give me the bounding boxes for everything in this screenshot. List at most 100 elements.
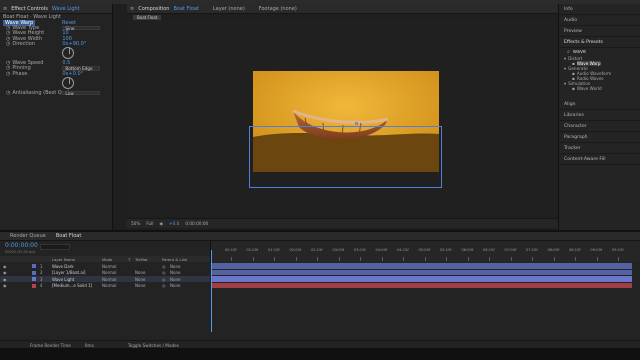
panel-libraries[interactable]: Libraries: [559, 110, 640, 121]
visibility-eye-icon[interactable]: ◉: [3, 283, 7, 288]
layer-parent[interactable]: None: [170, 277, 180, 282]
search-icon: ⌕: [567, 49, 570, 55]
property-value[interactable]: Low: [62, 90, 101, 96]
layer-index: 1: [40, 263, 43, 269]
layer-trkmat[interactable]: None: [135, 277, 145, 282]
header-layer-name[interactable]: Layer Name: [52, 257, 75, 262]
menu-icon[interactable]: ≡: [3, 6, 7, 12]
ruler-tick: [575, 257, 576, 261]
layer-trkmat[interactable]: None: [135, 283, 145, 288]
label-color-swatch[interactable]: [32, 283, 36, 288]
panel-paragraph[interactable]: Paragraph: [559, 132, 640, 143]
layer-mode[interactable]: Normal: [102, 283, 116, 288]
panel-audio[interactable]: Audio: [559, 15, 640, 26]
label-color-swatch[interactable]: [32, 264, 36, 269]
ruler-tick: [532, 257, 533, 261]
layer-parent[interactable]: None: [170, 264, 180, 269]
effects-search-input[interactable]: wave: [573, 49, 586, 55]
header-parent[interactable]: Parent & Link: [162, 257, 187, 262]
layer-tab[interactable]: Layer (none): [213, 6, 245, 12]
panel-info[interactable]: Info: [559, 4, 640, 15]
layer-row[interactable]: ◉ 1 Wave Dark Normal ◎ None: [0, 263, 210, 269]
timeline-panel: Render Queue Boat Float 0:00:00:00 00000…: [0, 230, 640, 350]
right-panel-stack: Info Audio Preview Effects & Presets ⌕ wav…: [558, 4, 640, 230]
header-trkmat[interactable]: TrkMat: [135, 257, 148, 262]
layer-duration-bar[interactable]: [212, 282, 632, 289]
effects-tree: ▾ Distort ▪ Wave Warp ▾ Generate ▪ Audio Wavefo…: [559, 56, 640, 91]
panel-preview[interactable]: Preview: [559, 26, 640, 37]
effect-controls-tab[interactable]: ≡ Effect Controls Wave Light: [0, 4, 112, 14]
pickwhip-icon[interactable]: ◎: [162, 283, 166, 288]
effect-property-row: ◷ Phase 0x+0.0°: [0, 71, 112, 77]
label-color-swatch[interactable]: [32, 270, 36, 275]
snapshot-icon[interactable]: ◉: [159, 221, 163, 226]
zoom-select[interactable]: 50%: [131, 221, 140, 226]
header-mode[interactable]: Mode: [102, 257, 112, 262]
pickwhip-icon[interactable]: ◎: [162, 270, 166, 275]
tab-boat-float[interactable]: Boat Float: [56, 233, 81, 239]
layer-duration-bar[interactable]: [212, 269, 632, 276]
ruler-tick-label: 01:00f: [246, 248, 259, 252]
current-time-display[interactable]: 0:00:00:00: [185, 221, 208, 226]
stopwatch-icon[interactable]: ◷: [6, 90, 10, 96]
layer-bounding-box[interactable]: [249, 126, 442, 188]
visibility-eye-icon[interactable]: ◉: [3, 264, 7, 269]
disclosure-icon: ▾: [564, 56, 567, 61]
anchor-point-icon[interactable]: [355, 122, 358, 125]
visibility-eye-icon[interactable]: ◉: [3, 270, 7, 275]
panel-align[interactable]: Align: [559, 99, 640, 110]
comp-viewer[interactable]: [127, 20, 558, 216]
disclosure-icon: ▾: [564, 81, 567, 86]
layer-mode[interactable]: Normal: [102, 277, 116, 282]
resolution-select[interactable]: Full: [146, 221, 153, 226]
layer-name[interactable]: [Layer 1/Boat.ai]: [52, 270, 85, 275]
effects-search[interactable]: ⌕ wave: [559, 48, 640, 56]
timeline-timecode[interactable]: 0:00:00:00: [5, 242, 38, 249]
layer-mode[interactable]: Normal: [102, 264, 116, 269]
stopwatch-icon[interactable]: ◷: [6, 71, 10, 77]
tab-render-queue[interactable]: Render Queue: [10, 233, 46, 239]
layer-duration-bar[interactable]: [212, 263, 632, 269]
panel-content-aware-fill[interactable]: Content-Aware Fill: [559, 154, 640, 165]
layer-trkmat[interactable]: None: [135, 270, 145, 275]
menu-icon[interactable]: ≡: [130, 6, 134, 12]
effects-tree-item[interactable]: ▪ Wave World: [559, 86, 640, 91]
property-value[interactable]: 0x+0.0°: [62, 71, 83, 77]
composition-tab-label[interactable]: Composition: [138, 6, 169, 12]
layer-parent[interactable]: None: [170, 283, 180, 288]
ruler-tick-label: 03:00f: [332, 248, 345, 252]
ruler-tick: [403, 257, 404, 261]
stopwatch-icon[interactable]: ◷: [6, 41, 10, 47]
ruler-tick: [446, 257, 447, 261]
layer-row[interactable]: ◉ 3 Wave Light Normal None ◎ None: [0, 276, 210, 283]
exposure-value[interactable]: +0.0: [169, 221, 179, 226]
ruler-tick-label: 07:00f: [504, 248, 517, 252]
layer-name[interactable]: Wave Dark: [52, 264, 74, 269]
angle-dial-icon[interactable]: [62, 47, 74, 60]
visibility-eye-icon[interactable]: ◉: [3, 277, 7, 282]
panel-tracker[interactable]: Tracker: [559, 143, 640, 154]
layer-name[interactable]: Wave Light: [52, 277, 74, 282]
taskbar: [0, 348, 640, 360]
effects-tree-label: Wave World: [576, 86, 602, 91]
layer-mode[interactable]: Normal: [102, 270, 116, 275]
layer-row[interactable]: ◉ 2 [Layer 1/Boat.ai] Normal None ◎ None: [0, 270, 210, 276]
ruler-tick-label: 00:15f: [225, 248, 237, 252]
layer-name[interactable]: [Medium...e Solid 1]: [52, 283, 92, 288]
layer-duration-bar[interactable]: [212, 276, 632, 282]
panel-character[interactable]: Character: [559, 121, 640, 132]
layer-row[interactable]: ◉ 4 [Medium...e Solid 1] Normal None ◎ None: [0, 283, 210, 289]
property-value[interactable]: 0x+90.0°: [62, 41, 86, 47]
pickwhip-icon[interactable]: ◎: [162, 277, 166, 282]
layer-search-input[interactable]: [40, 244, 70, 250]
time-ruler[interactable]: 00:15f 01:00f 01:15f 02:00f 02:15f 03:00f 03:1…: [210, 241, 640, 262]
pickwhip-icon[interactable]: ◎: [162, 264, 166, 269]
angle-dial-icon[interactable]: [62, 77, 74, 90]
ruler-tick-label: 09:15f: [612, 248, 624, 252]
footage-tab[interactable]: Footage (none): [259, 6, 297, 12]
effects-presets-title[interactable]: Effects & Presets: [559, 37, 640, 48]
layer-parent[interactable]: None: [170, 270, 180, 275]
current-time-indicator[interactable]: [211, 250, 212, 332]
ruler-tick-label: 03:15f: [354, 248, 366, 252]
label-color-swatch[interactable]: [32, 277, 36, 282]
